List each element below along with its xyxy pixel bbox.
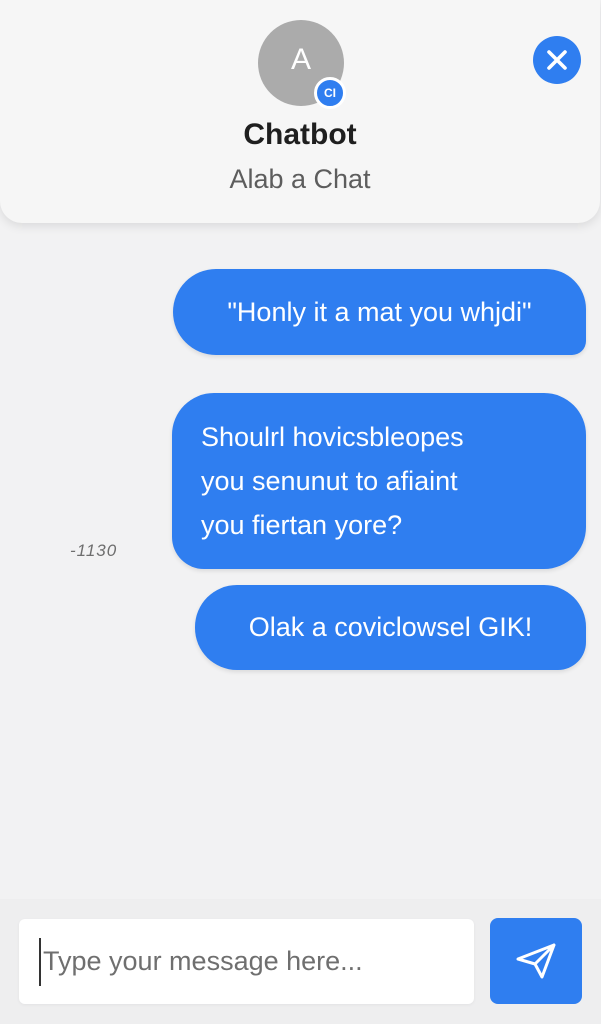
message-input[interactable]: Type your message here... xyxy=(19,919,474,1004)
send-icon xyxy=(516,943,556,979)
badge-text: CI xyxy=(324,86,336,100)
message-text: "Honly it a mat you whjdi" xyxy=(227,296,532,327)
text-cursor xyxy=(39,937,41,986)
message-text: Olak a coviclowsel GIK! xyxy=(248,612,533,642)
message-input-placeholder: Type your message here... xyxy=(43,946,363,976)
message-text-line: Shoulrl hovicsbleopes xyxy=(201,422,464,452)
message-timestamp: -1130 xyxy=(70,541,118,560)
message-text-line: you fiertan yore? xyxy=(201,510,403,540)
message-text-line: you senunut to afiaint xyxy=(201,466,458,496)
close-icon xyxy=(547,50,567,70)
chat-header: A CI Chatbot Alab a Chat xyxy=(0,0,600,223)
page-subtitle: Alab a Chat xyxy=(229,164,371,194)
message-bubble: "Honly it a mat you whjdi" xyxy=(173,269,586,355)
page-title: Chatbot xyxy=(243,118,357,151)
status-badge: CI xyxy=(314,77,346,109)
avatar-letter: A xyxy=(290,43,311,76)
message-bubble: Shoulrl hovicsbleopes you senunut to afi… xyxy=(172,393,586,569)
message-bubble: Olak a coviclowsel GIK! xyxy=(195,585,586,670)
close-button[interactable] xyxy=(533,36,581,84)
send-button[interactable] xyxy=(490,918,582,1004)
